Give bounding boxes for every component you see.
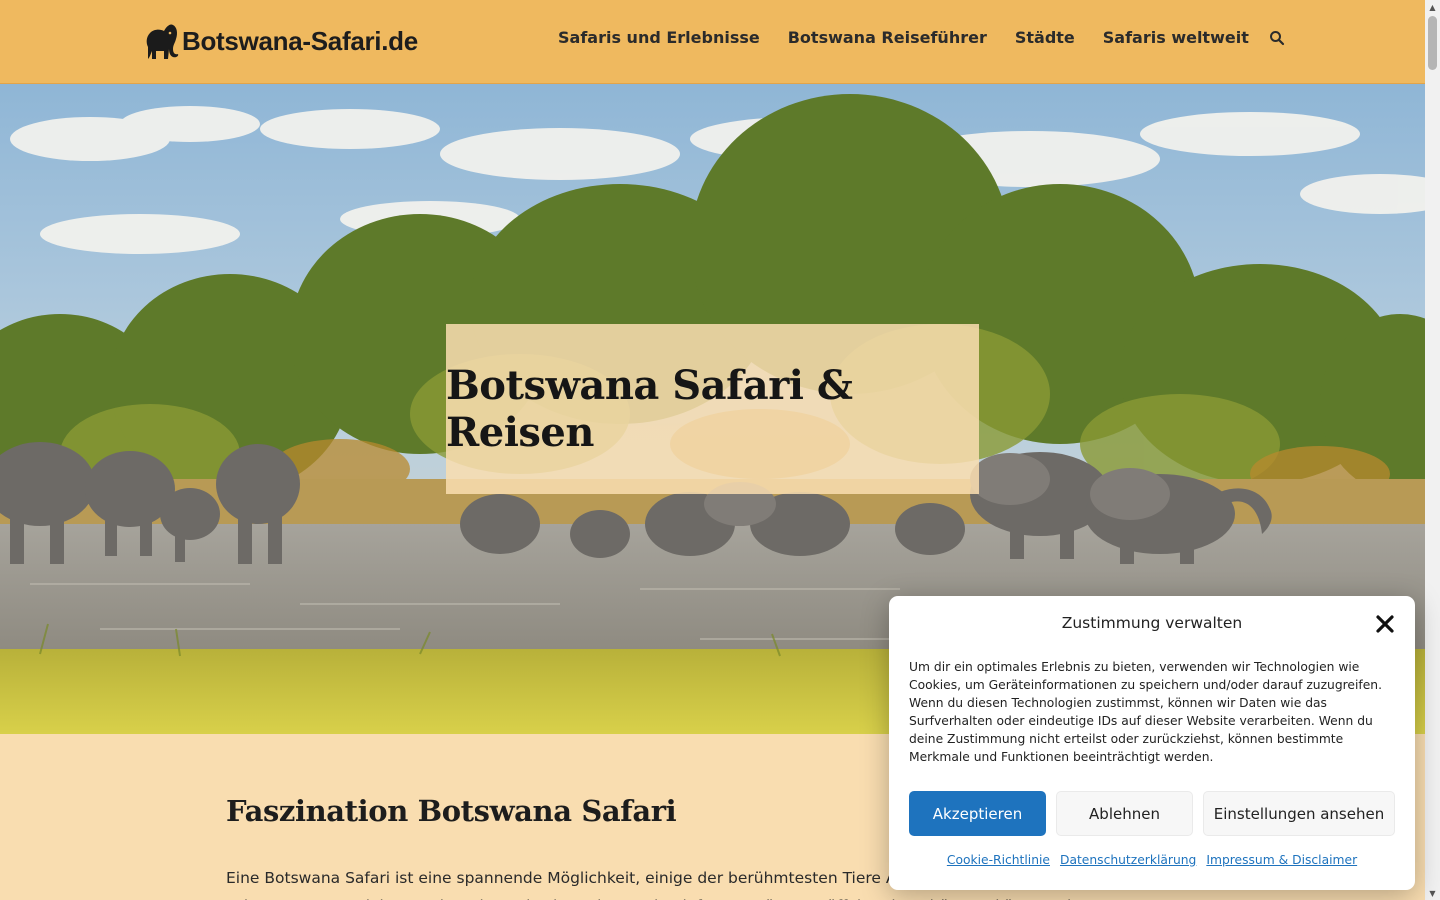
close-icon[interactable] [1375, 614, 1395, 634]
nav-item-safaris-erlebnisse[interactable]: Safaris und Erlebnisse [544, 28, 774, 47]
scrollbar[interactable]: ▲ ▼ [1425, 0, 1440, 900]
search-icon[interactable] [1269, 30, 1285, 46]
site-logo[interactable]: Botswana-Safari.de [142, 18, 418, 64]
main-nav: Safaris und Erlebnisse Botswana Reisefüh… [544, 28, 1285, 47]
cookie-dialog-title: Zustimmung verwalten [1061, 614, 1243, 632]
cookie-dialog-text: Um dir ein optimales Erlebnis zu bieten,… [909, 660, 1382, 764]
accept-button[interactable]: Akzeptieren [909, 791, 1046, 836]
cookie-consent-dialog: Zustimmung verwalten Um dir ein optimale… [889, 596, 1415, 890]
site-header: Botswana-Safari.de Safaris und Erlebniss… [0, 0, 1425, 84]
nav-item-safaris-weltweit[interactable]: Safaris weltweit [1089, 28, 1263, 47]
hero-title: Botswana Safari & Reisen [446, 362, 853, 456]
cookie-links: Cookie-Richtlinie Datenschutzerklärung I… [889, 853, 1415, 867]
elephant-logo-icon [146, 24, 179, 60]
scroll-up-icon[interactable]: ▲ [1425, 0, 1440, 14]
scroll-down-icon[interactable]: ▼ [1425, 886, 1440, 900]
hero-title-box: Botswana Safari & Reisen [446, 324, 979, 494]
view-settings-button[interactable]: Einstellungen ansehen [1203, 791, 1395, 836]
cookie-policy-link[interactable]: Cookie-Richtlinie [947, 853, 1050, 867]
nav-item-reisefuehrer[interactable]: Botswana Reiseführer [774, 28, 1001, 47]
nav-item-staedte[interactable]: Städte [1001, 28, 1089, 47]
scroll-thumb[interactable] [1428, 16, 1437, 70]
deny-button[interactable]: Ablehnen [1056, 791, 1193, 836]
cookie-button-row: Akzeptieren Ablehnen Einstellungen anseh… [909, 791, 1395, 836]
logo-text: Botswana-Safari.de [182, 25, 418, 56]
privacy-policy-link[interactable]: Datenschutzerklärung [1060, 853, 1196, 867]
imprint-link[interactable]: Impressum & Disclaimer [1206, 853, 1357, 867]
